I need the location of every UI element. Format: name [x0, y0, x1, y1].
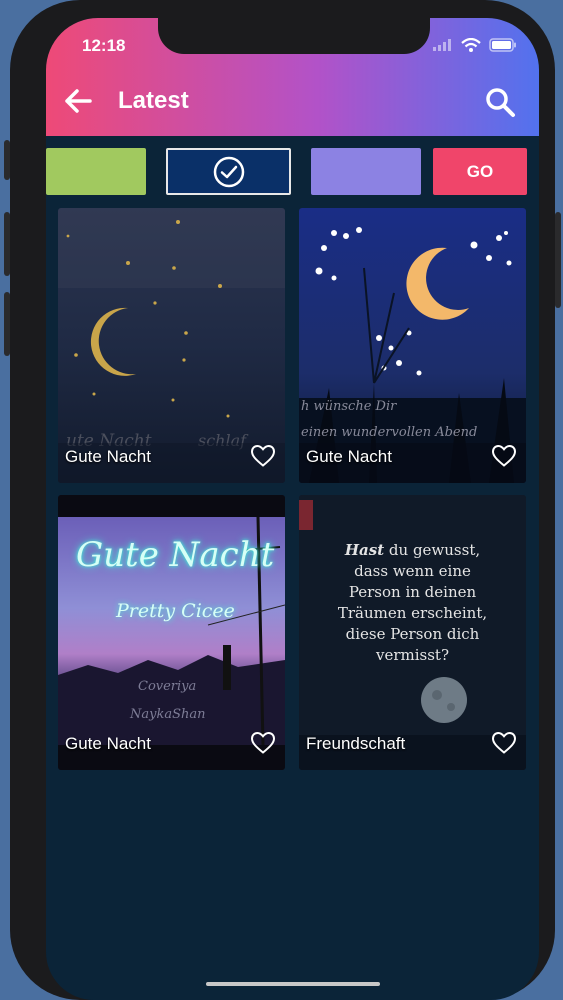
app-screen: 12:18 Latest GO ute Nacht schlaf Gute Na…: [46, 18, 539, 1000]
go-button[interactable]: GO: [433, 148, 527, 195]
search-icon[interactable]: [484, 86, 516, 118]
back-arrow-icon[interactable]: [63, 88, 93, 114]
heart-outline-icon[interactable]: [250, 731, 276, 755]
quote-lead-word: Hast: [344, 541, 385, 559]
night-moon-image: ute Nacht schlaf: [58, 208, 285, 483]
svg-text:h wünsche Dir: h wünsche Dir: [301, 399, 397, 414]
card-label: Freundschaft: [306, 734, 406, 753]
card-label: Gute Nacht: [65, 734, 151, 753]
art-title: Gute Nacht: [76, 535, 275, 575]
quote-line: vermisst?: [375, 646, 449, 664]
svg-text:einen wundervollen Abend: einen wundervollen Abend: [301, 425, 477, 440]
heart-outline-icon[interactable]: [250, 444, 276, 468]
crescent-moon-stars-image: h wünsche Dir einen wundervollen Abend: [299, 208, 526, 483]
battery-icon: [489, 38, 516, 52]
color-swatch-navy-selected[interactable]: [166, 148, 291, 195]
color-swatch-lavender[interactable]: [311, 148, 421, 195]
quote-line: Träumen erscheint,: [337, 604, 488, 622]
quote-line: du gewusst,: [388, 541, 481, 559]
quote-line: Person in deinen: [348, 583, 477, 601]
volume-down-button: [4, 292, 10, 356]
status-icons: [433, 38, 517, 52]
status-time: 12:18: [82, 36, 126, 55]
card-label: Gute Nacht: [65, 447, 151, 466]
power-button: [555, 212, 561, 308]
heart-outline-icon[interactable]: [491, 731, 517, 755]
quote-line: diese Person dich: [345, 625, 480, 643]
wallpaper-card[interactable]: Gute Nacht Pretty Cicee Coveriya NaykaSh…: [58, 495, 285, 770]
art-credit-2: NaykaShan: [130, 707, 206, 722]
art-credit-1: Coveriya: [138, 679, 197, 694]
quote-text: Hast du gewusst, dass wenn eine Person i…: [299, 540, 526, 666]
wallpaper-card[interactable]: ute Nacht schlaf Gute Nacht: [58, 208, 285, 483]
art-subtitle: Pretty Cicee: [116, 600, 235, 622]
home-indicator[interactable]: [206, 982, 380, 986]
wifi-icon: [461, 38, 481, 52]
color-swatch-green[interactable]: [46, 148, 146, 195]
wallpaper-card[interactable]: Hast du gewusst, dass wenn eine Person i…: [299, 495, 526, 770]
heart-outline-icon[interactable]: [491, 444, 517, 468]
signal-icon: [433, 39, 451, 51]
mute-switch: [4, 140, 10, 180]
card-label: Gute Nacht: [306, 447, 392, 466]
quote-line: dass wenn eine: [354, 562, 471, 580]
checkmark-circle-icon: [213, 156, 244, 187]
page-title: Latest: [118, 87, 189, 114]
wallpaper-card[interactable]: h wünsche Dir einen wundervollen Abend G…: [299, 208, 526, 483]
phone-frame: 12:18 Latest GO ute Nacht schlaf Gute Na…: [4, 0, 561, 1000]
device-notch: [158, 18, 430, 54]
volume-up-button: [4, 212, 10, 276]
